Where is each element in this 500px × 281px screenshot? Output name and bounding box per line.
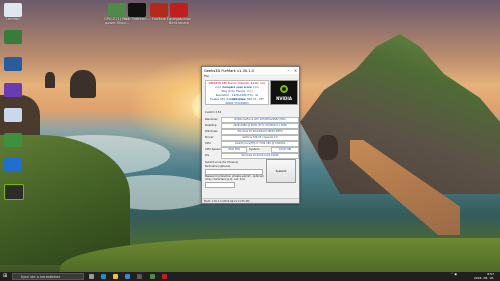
cpu-speed-row: CPU Speed 3600 MHz System Memory 16327 M… <box>205 147 299 156</box>
sea-stack-2 <box>70 70 96 98</box>
app-icon-5[interactable] <box>4 133 22 147</box>
nickname-label: Nickname (optional) <box>205 165 231 168</box>
file-explorer-icon[interactable] <box>113 274 118 279</box>
app-taskbar-icon[interactable] <box>137 274 142 279</box>
taskbar-search[interactable]: Írjon ide a kereséshez <box>12 273 84 280</box>
close-icon[interactable]: × <box>292 67 299 74</box>
field-label: Renderer <box>205 117 218 121</box>
field-row: Renderer NVIDIA GeForce GTX 1070/PCIe/SS… <box>205 117 299 123</box>
os-label: OS <box>205 153 209 157</box>
furmark-taskbar-icon[interactable] <box>162 274 167 279</box>
cpu-speed-label: CPU Speed <box>205 147 221 151</box>
edge-icon[interactable] <box>4 158 22 172</box>
nvidia-logo: NVIDIA <box>270 80 298 105</box>
banner-line-5: Enable GFX (5.1 GT0, driver 546.33 - OFF… <box>210 98 264 105</box>
tray-icons[interactable]: ⌃ ◉ <box>443 272 457 277</box>
nvidia-eye-icon <box>279 84 289 94</box>
store-icon[interactable] <box>125 274 130 279</box>
gpu-z-taskbar-icon[interactable] <box>150 274 155 279</box>
score-banner: GEEKS3D GPU Burner (OpenGL, 64-bit, run)… <box>205 80 269 105</box>
task-view-icon[interactable] <box>89 274 94 279</box>
app-icon-4[interactable] <box>4 108 22 122</box>
sea-rock <box>318 135 338 160</box>
app-icon-1[interactable] <box>4 30 22 44</box>
furmark-window: Geeks3D FurMark v1.30.1.0 – × File GEEKS… <box>201 66 300 204</box>
nvidia-wordmark: NVIDIA <box>276 96 292 101</box>
furmark-icon[interactable] <box>150 3 168 17</box>
windows-start-icon[interactable]: ⊞ <box>3 274 8 279</box>
app-icon-3[interactable] <box>4 83 22 97</box>
desktop-icon-label: Lomtárr <box>6 17 20 21</box>
field-label: Windows <box>205 129 218 133</box>
os-row: OS Windows 10 64-bit build 19045 <box>205 153 299 159</box>
nvidia-app-icon[interactable] <box>4 184 24 200</box>
app-icon-2[interactable] <box>4 57 22 71</box>
custom-label: Custom 3.54 <box>205 111 221 114</box>
edge-taskbar-icon[interactable] <box>101 274 106 279</box>
password-input[interactable] <box>205 182 235 188</box>
password-hint: (Only characters [a-z], A-Z, 0-9) <box>205 178 245 181</box>
desktop-icon-label: Equegra­phion Benchmark <box>166 17 192 25</box>
sea-stack-1 <box>45 72 55 88</box>
submit-heading: Submit score (for Phoenix) <box>205 161 239 164</box>
recycle-bin-icon[interactable] <box>4 3 22 17</box>
window-titlebar[interactable]: Geeks3D FurMark v1.30.1.0 – × <box>202 67 299 74</box>
minimize-icon[interactable]: – <box>285 67 292 74</box>
field-label: CPU <box>205 141 211 145</box>
clock-date: 2024. 08. 18. <box>473 275 494 280</box>
menu-file[interactable]: File <box>202 74 299 78</box>
benchmark-icon[interactable] <box>170 3 188 17</box>
field-row: Driver GeForce 546.33 / OpenGL 4.6 <box>205 135 299 141</box>
field-row: CPU Intel(R) Core(TM) i7-7700 CPU @ 3.60… <box>205 141 299 147</box>
window-title: Geeks3D FurMark v1.30.1.0 <box>204 68 254 73</box>
field-label: Driver <box>205 135 214 139</box>
taskbar: ⊞ Írjon ide a kereséshez ⌃ ◉ 8:57 2024. … <box>0 272 500 281</box>
submit-button[interactable]: Submit <box>266 159 296 183</box>
field-label: Desktop <box>205 123 217 127</box>
clock[interactable]: 8:57 2024. 08. 18. <box>462 272 494 280</box>
gpu-z-icon[interactable] <box>108 3 126 17</box>
field-row: Windows Windows 10 64-bit Build 19045 (R… <box>205 129 299 135</box>
kmi-icon[interactable] <box>128 3 146 17</box>
field-row: Desktop 1920x1080 @ 60Hz (37.6, 50-0009-… <box>205 123 299 129</box>
build-status: Build: 1.30.1.0 (2022-04-21 11:55:48) <box>202 198 299 203</box>
